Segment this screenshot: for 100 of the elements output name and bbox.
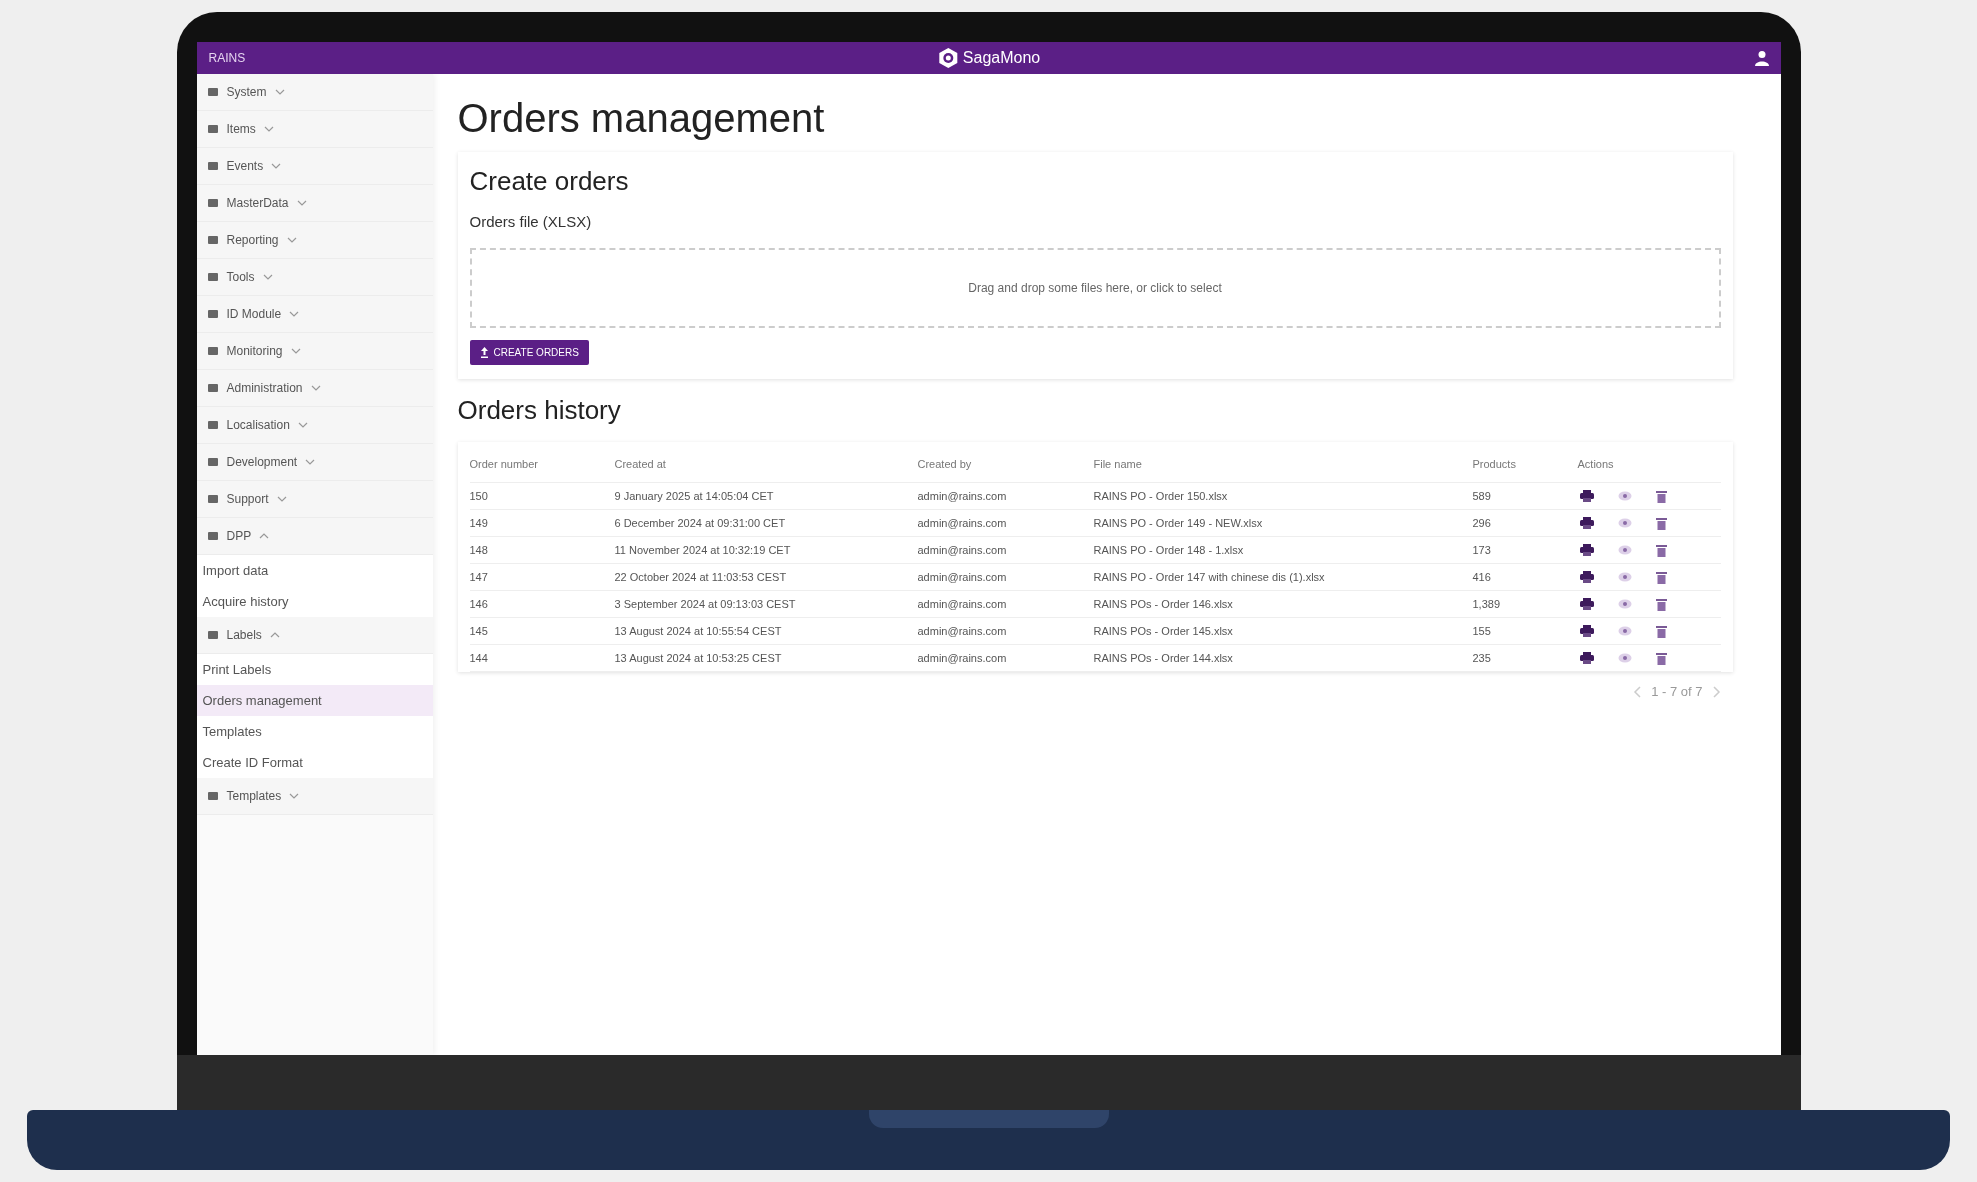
trash-icon[interactable] xyxy=(1655,543,1667,557)
sidebar-group[interactable]: Labels xyxy=(196,617,433,654)
sidebar-link[interactable]: Print Labels xyxy=(196,654,433,685)
printer-icon[interactable] xyxy=(1579,598,1594,610)
table-cell: 11 November 2024 at 10:32:19 CET xyxy=(614,536,918,564)
trash-icon[interactable] xyxy=(1655,624,1667,638)
table-cell: 22 October 2024 at 11:03:53 CEST xyxy=(614,563,918,591)
table-cell: RAINS PO - Order 147 with chinese dis (1).xlsx xyxy=(1093,563,1473,591)
sidebar-group[interactable]: Localisation xyxy=(196,407,433,444)
eye-icon[interactable] xyxy=(1617,491,1632,501)
sidebar-group[interactable]: Monitoring xyxy=(196,333,433,370)
chevron-up-icon xyxy=(269,632,280,638)
table-cell: 13 August 2024 at 10:53:25 CEST xyxy=(614,644,918,672)
table-cell: 9 January 2025 at 14:05:04 CET xyxy=(614,482,918,510)
sidebar-group[interactable]: Events xyxy=(196,148,433,185)
tenant-name: RAINS xyxy=(208,50,246,67)
menu-item-icon xyxy=(206,456,219,468)
field-label: Orders file (XLSX) xyxy=(469,212,593,232)
eye-icon[interactable] xyxy=(1617,626,1632,636)
sidebar-group[interactable]: System xyxy=(196,74,433,111)
table-cell: 145 xyxy=(469,617,615,645)
column-header: File name xyxy=(1093,455,1473,483)
menu-item-icon xyxy=(206,197,219,209)
printer-icon[interactable] xyxy=(1579,490,1594,502)
column-header: Actions xyxy=(1577,455,1721,483)
table-cell: 147 xyxy=(469,563,615,591)
sidebar-group[interactable]: Items xyxy=(196,111,433,148)
menu-item-icon xyxy=(206,629,219,641)
table-cell: admin@rains.com xyxy=(917,644,1094,672)
table-cell: RAINS POs - Order 146.xlsx xyxy=(1093,590,1473,618)
sidebar-link[interactable]: Acquire history xyxy=(196,586,433,617)
sidebar-link[interactable]: Orders management xyxy=(196,685,433,716)
sidebar-group[interactable]: Reporting xyxy=(196,222,433,259)
section-title: Orders history xyxy=(457,393,622,427)
menu-item-icon xyxy=(206,493,219,505)
sidebar-group[interactable]: MasterData xyxy=(196,185,433,222)
printer-icon[interactable] xyxy=(1579,544,1594,556)
table-cell: admin@rains.com xyxy=(917,590,1094,618)
trash-icon[interactable] xyxy=(1655,570,1667,584)
menu-item-icon xyxy=(206,123,219,135)
trash-icon[interactable] xyxy=(1655,516,1667,530)
table-cell: 146 xyxy=(469,590,615,618)
sidebar-link[interactable]: Create ID Format xyxy=(196,747,433,778)
table-cell: 235 xyxy=(1472,644,1578,672)
page-title: Orders management xyxy=(457,95,826,142)
trash-icon[interactable] xyxy=(1655,597,1667,611)
file-dropzone[interactable]: Drag and drop some files here, or click to select xyxy=(469,247,1721,328)
eye-icon[interactable] xyxy=(1617,653,1632,663)
column-header: Products xyxy=(1472,455,1578,483)
trash-icon[interactable] xyxy=(1655,651,1667,665)
table-cell: admin@rains.com xyxy=(917,617,1094,645)
chevron-down-icon xyxy=(310,385,321,391)
table-cell: 173 xyxy=(1472,536,1578,564)
menu-item-icon xyxy=(206,530,219,542)
sidebar-link[interactable]: Import data xyxy=(196,555,433,586)
eye-icon[interactable] xyxy=(1617,545,1632,555)
table-cell: 296 xyxy=(1472,509,1578,537)
printer-icon[interactable] xyxy=(1579,652,1594,664)
menu-item-icon xyxy=(206,419,219,431)
chevron-down-icon xyxy=(263,126,274,132)
sidebar-group[interactable]: Development xyxy=(196,444,433,481)
table-cell: 1,389 xyxy=(1472,590,1578,618)
sidebar-link[interactable]: Templates xyxy=(196,716,433,747)
create-orders-button[interactable]: CREATE ORDERS xyxy=(469,339,589,365)
pagination-label: 1 - 7 of 7 xyxy=(1651,683,1703,701)
printer-icon[interactable] xyxy=(1579,571,1594,583)
table-cell: 416 xyxy=(1472,563,1578,591)
sidebar-group[interactable]: Administration xyxy=(196,370,433,407)
table-cell: RAINS PO - Order 148 - 1.xlsx xyxy=(1093,536,1473,564)
menu-item-icon xyxy=(206,382,219,394)
eye-icon[interactable] xyxy=(1617,518,1632,528)
sidebar-group[interactable]: DPP xyxy=(196,518,433,555)
eye-icon[interactable] xyxy=(1617,572,1632,582)
menu-item-icon xyxy=(206,234,219,246)
logo-icon xyxy=(936,47,959,69)
chevron-down-icon xyxy=(289,311,300,317)
table-cell: admin@rains.com xyxy=(917,482,1094,510)
chevron-down-icon xyxy=(271,163,282,169)
brand-name: SagaMono xyxy=(962,48,1041,68)
sidebar-group[interactable]: Tools xyxy=(196,259,433,296)
chevron-down-icon xyxy=(262,274,273,280)
chevron-down-icon xyxy=(274,89,285,95)
user-icon[interactable] xyxy=(1754,50,1769,66)
printer-icon[interactable] xyxy=(1579,517,1594,529)
eye-icon[interactable] xyxy=(1617,599,1632,609)
table-cell: RAINS POs - Order 145.xlsx xyxy=(1093,617,1473,645)
column-header: Created at xyxy=(614,455,918,483)
trash-icon[interactable] xyxy=(1655,489,1667,503)
table-cell: 13 August 2024 at 10:55:54 CEST xyxy=(614,617,918,645)
table-cell: 589 xyxy=(1472,482,1578,510)
sidebar-group[interactable]: ID Module xyxy=(196,296,433,333)
column-header: Order number xyxy=(469,455,615,483)
sidebar-group[interactable]: Templates xyxy=(196,778,433,815)
table-cell: 155 xyxy=(1472,617,1578,645)
printer-icon[interactable] xyxy=(1579,625,1594,637)
chevron-down-icon xyxy=(305,459,316,465)
table-cell: 6 December 2024 at 09:31:00 CET xyxy=(614,509,918,537)
menu-item-icon xyxy=(206,790,219,802)
sidebar-group[interactable]: Support xyxy=(196,481,433,518)
dropzone-hint: Drag and drop some files here, or click to select xyxy=(968,279,1222,297)
